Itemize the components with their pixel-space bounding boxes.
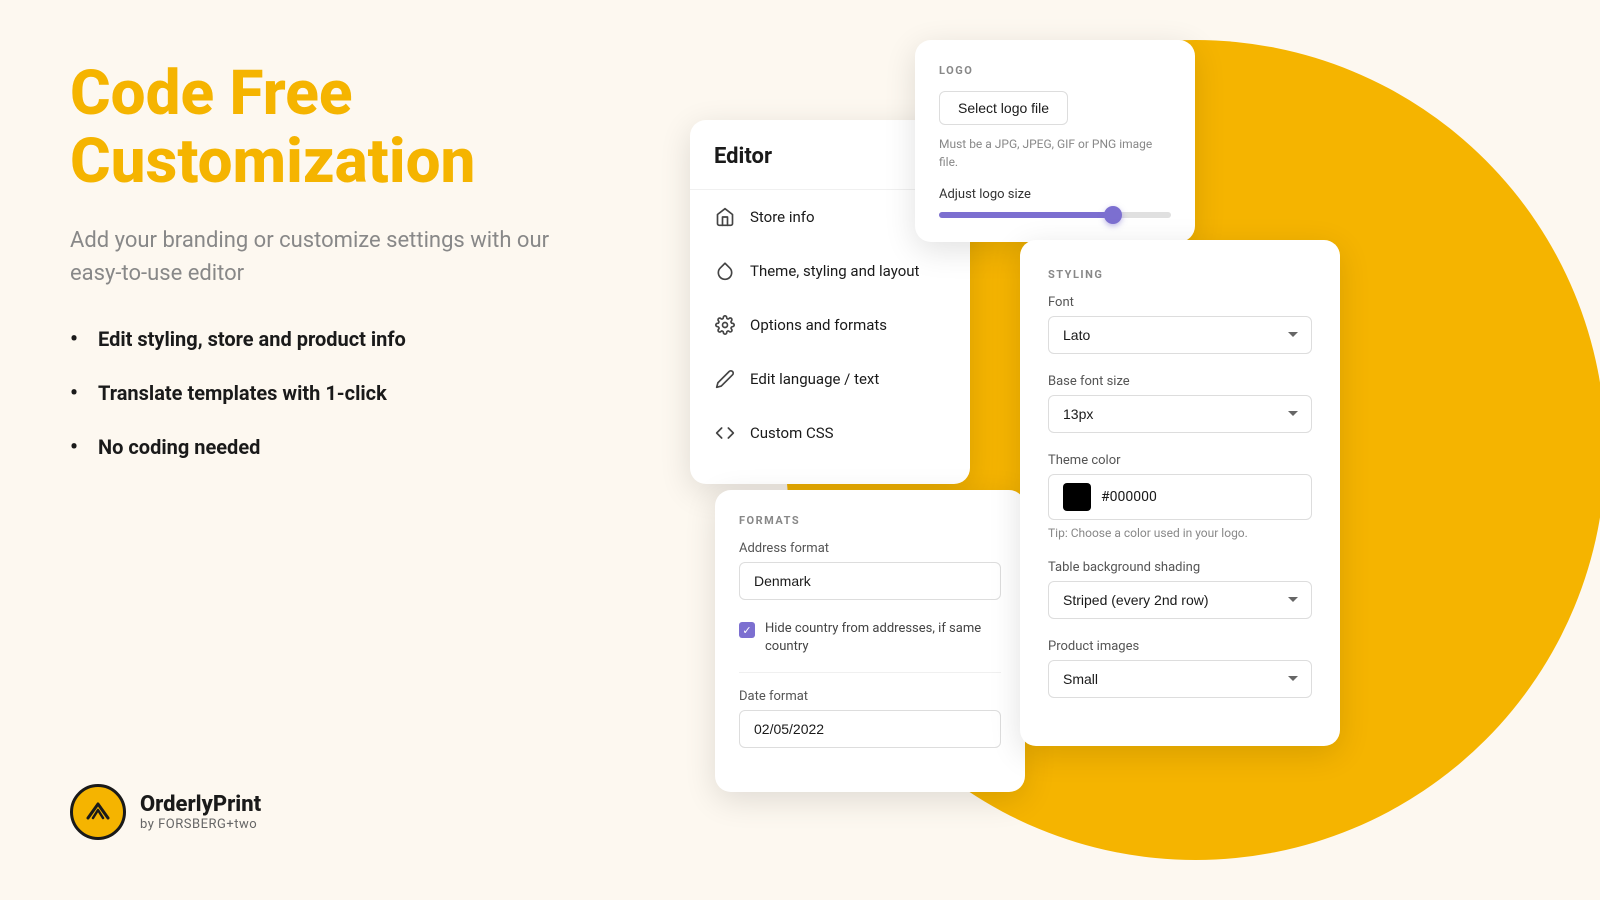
- font-label: Font: [1048, 295, 1312, 310]
- logo-hint: Must be a JPG, JPEG, GIF or PNG image fi…: [939, 135, 1171, 171]
- slider-fill: [939, 212, 1113, 218]
- base-font-size-select[interactable]: 11px 12px 13px 14px 15px: [1048, 395, 1312, 433]
- color-input[interactable]: #000000: [1048, 474, 1312, 520]
- menu-label-store-info: Store info: [750, 208, 815, 226]
- hide-country-label: Hide country from addresses, if same cou…: [765, 620, 1001, 656]
- styling-card: STYLING Font Lato Arial Georgia Roboto B…: [1020, 240, 1340, 746]
- menu-item-theme-styling[interactable]: Theme, styling and layout: [690, 244, 970, 298]
- color-value: #000000: [1101, 489, 1157, 505]
- product-images-field: Product images None Small Medium Large: [1048, 639, 1312, 698]
- address-format-field: Address format: [739, 541, 1001, 600]
- gear-icon: [714, 314, 736, 336]
- adjust-logo-label: Adjust logo size: [939, 187, 1171, 202]
- brand-footer: OrderlyPrint by FORSBERG+two: [70, 784, 590, 840]
- styling-section-title: STYLING: [1048, 268, 1312, 281]
- menu-label-theme-styling: Theme, styling and layout: [750, 262, 919, 280]
- base-font-size-field: Base font size 11px 12px 13px 14px 15px: [1048, 374, 1312, 433]
- bullet-2: Translate templates with 1-click: [70, 380, 490, 406]
- bullet-1: Edit styling, store and product info: [70, 326, 490, 352]
- formats-card: FORMATS Address format ✓ Hide country fr…: [715, 490, 1025, 792]
- color-tip: Tip: Choose a color used in your logo.: [1048, 526, 1312, 540]
- select-logo-button[interactable]: Select logo file: [939, 91, 1068, 125]
- brand-sub: by FORSBERG+two: [140, 817, 261, 832]
- right-panel: Editor Store info Theme, styling and lay…: [660, 0, 1600, 900]
- date-format-label: Date format: [739, 689, 1001, 704]
- brand-text: OrderlyPrint by FORSBERG+two: [140, 792, 261, 832]
- base-font-size-label: Base font size: [1048, 374, 1312, 389]
- font-select[interactable]: Lato Arial Georgia Roboto: [1048, 316, 1312, 354]
- menu-item-options-formats[interactable]: Options and formats: [690, 298, 970, 352]
- menu-item-custom-css[interactable]: Custom CSS: [690, 406, 970, 460]
- menu-label-custom-css: Custom CSS: [750, 424, 834, 442]
- hide-country-checkbox[interactable]: ✓: [739, 622, 755, 638]
- brand-name: OrderlyPrint: [140, 792, 261, 817]
- theme-color-label: Theme color: [1048, 453, 1312, 468]
- headline-line2: Customization: [70, 125, 475, 198]
- code-icon: [714, 422, 736, 444]
- droplet-icon: [714, 260, 736, 282]
- logo-card: LOGO Select logo file Must be a JPG, JPE…: [915, 40, 1195, 242]
- headline-line1: Code Free: [70, 57, 352, 130]
- font-field: Font Lato Arial Georgia Roboto: [1048, 295, 1312, 354]
- headline: Code Free Customization: [70, 60, 590, 196]
- date-format-field: Date format: [739, 689, 1001, 748]
- table-bg-select[interactable]: None Striped (every 2nd row) All rows: [1048, 581, 1312, 619]
- table-bg-label: Table background shading: [1048, 560, 1312, 575]
- left-panel: Code Free Customization Add your brandin…: [0, 0, 660, 900]
- bullet-3: No coding needed: [70, 434, 490, 460]
- color-swatch: [1063, 483, 1091, 511]
- brand-logo-icon: [70, 784, 126, 840]
- menu-item-edit-language[interactable]: Edit language / text: [690, 352, 970, 406]
- product-images-label: Product images: [1048, 639, 1312, 654]
- date-format-input[interactable]: [739, 710, 1001, 748]
- subtitle: Add your branding or customize settings …: [70, 224, 550, 290]
- hide-country-row[interactable]: ✓ Hide country from addresses, if same c…: [739, 620, 1001, 656]
- slider-thumb: [1104, 206, 1122, 224]
- logo-section-title: LOGO: [939, 64, 1171, 77]
- table-bg-field: Table background shading None Striped (e…: [1048, 560, 1312, 619]
- formats-section-title: FORMATS: [739, 514, 1001, 527]
- pencil-icon: [714, 368, 736, 390]
- logo-size-slider[interactable]: [939, 212, 1171, 218]
- house-icon: [714, 206, 736, 228]
- checkmark-icon: ✓: [742, 625, 751, 636]
- menu-label-options-formats: Options and formats: [750, 316, 887, 334]
- feature-list: Edit styling, store and product info Tra…: [70, 326, 590, 488]
- menu-label-edit-language: Edit language / text: [750, 370, 879, 388]
- theme-color-field: Theme color #000000 Tip: Choose a color …: [1048, 453, 1312, 540]
- address-format-input[interactable]: [739, 562, 1001, 600]
- product-images-select[interactable]: None Small Medium Large: [1048, 660, 1312, 698]
- address-format-label: Address format: [739, 541, 1001, 556]
- divider: [739, 672, 1001, 673]
